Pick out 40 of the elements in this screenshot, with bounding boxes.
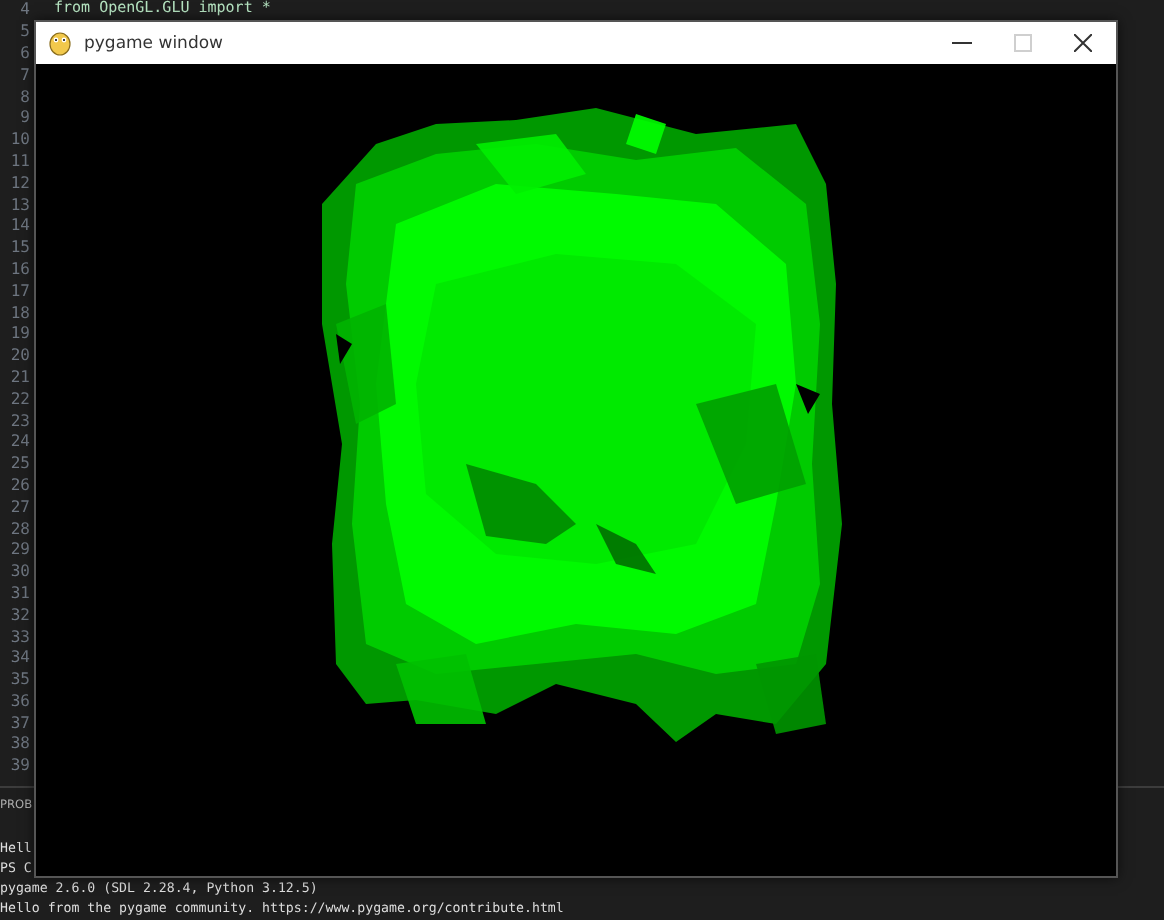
window-title: pygame window [84,33,223,53]
line-number: 13 [8,195,30,216]
close-icon [1073,34,1091,52]
minimize-icon [952,42,972,44]
line-number: 32 [8,605,30,626]
line-number: 17 [8,281,30,302]
line-number: 30 [8,562,30,583]
line-number: 12 [8,173,30,194]
line-number: 22 [8,389,30,410]
line-number: 39 [8,756,30,777]
line-number: 15 [8,238,30,259]
line-number: 36 [8,691,30,712]
line-number: 8 [18,87,30,108]
line-number: 21 [8,367,30,388]
line-number: 7 [18,65,30,86]
line-number: 37 [8,713,30,734]
line-number: 4 [18,0,30,21]
line-number: 29 [8,540,30,561]
line-number: 34 [8,648,30,669]
line-number: 6 [18,43,30,64]
line-number: 18 [8,303,30,324]
line-number: 23 [8,411,30,432]
maximize-icon [1013,34,1031,52]
line-number: 28 [8,519,30,540]
line-number: 14 [8,216,30,237]
line-number: 20 [8,346,30,367]
line-number: 26 [8,475,30,496]
line-number: 10 [8,130,30,151]
line-number: 16 [8,259,30,280]
line-number: 35 [8,670,30,691]
line-number: 11 [8,151,30,172]
line-number: 33 [8,627,30,647]
line-number: 25 [8,454,30,475]
line-number: 24 [8,432,30,453]
line-number: 19 [8,324,30,345]
line-number: 38 [8,734,30,755]
line-number: 27 [8,497,30,518]
line-number: 31 [8,583,30,604]
line-number: 9 [18,108,30,129]
line-number: 5 [18,22,30,43]
